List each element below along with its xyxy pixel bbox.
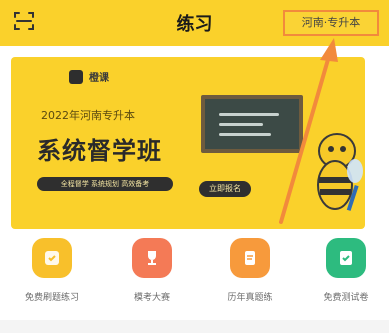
quick-nav-item-test-paper[interactable]: 免费测试卷 [306,238,386,303]
brand-logo: 橙课 [69,69,109,84]
blackboard-illustration [201,95,303,153]
brand-mark-icon [69,69,83,84]
quick-nav-label: 历年真题练 [227,293,273,303]
quick-nav-label: 免费刷题练习 [24,293,79,303]
bee-mascot-icon [317,133,363,211]
document-icon [230,238,270,278]
exam-category-selector[interactable]: 河南·专升本 [283,10,379,36]
checklist-icon [326,238,366,278]
practice-icon [32,238,72,278]
app-header: 练习 河南·专升本 [0,0,389,46]
quick-nav: 免费刷题练习 模考大赛 历年真题练 免费测试卷 [0,238,389,318]
quick-nav-item-past-papers[interactable]: 历年真题练 [210,238,290,303]
quick-nav-label: 模考大赛 [133,293,170,303]
banner-subtitle: 2022年河南专升本 [41,109,135,122]
quick-nav-label: 免费测试卷 [323,293,369,303]
quick-nav-item-mock-exam[interactable]: 模考大赛 [112,238,192,303]
banner-cta-button[interactable]: 立即报名 [199,181,251,197]
quick-nav-item-practice[interactable]: 免费刷题练习 [12,238,92,303]
brand-name: 橙课 [89,73,109,84]
section-divider [0,320,389,333]
trophy-icon [132,238,172,278]
promo-banner[interactable]: 橙课 2022年河南专升本 系统督学班 全程督学 系统规划 高效备考 立即报名 [11,57,365,229]
banner-tagline: 全程督学 系统规划 高效备考 [37,177,173,191]
banner-headline: 系统督学班 [37,137,162,165]
